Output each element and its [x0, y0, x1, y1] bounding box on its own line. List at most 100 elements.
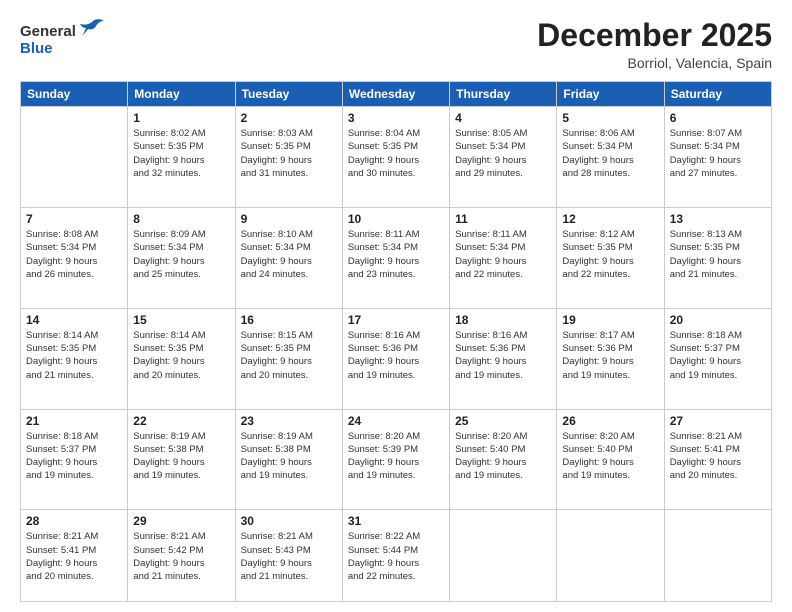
day-number: 25	[455, 414, 551, 428]
calendar-cell: 29 Sunrise: 8:21 AM Sunset: 5:42 PM Dayli…	[128, 510, 235, 602]
calendar-cell: 28 Sunrise: 8:21 AM Sunset: 5:41 PM Dayli…	[21, 510, 128, 602]
calendar-cell: 2Sunrise: 8:03 AM Sunset: 5:35 PM Daylig…	[235, 107, 342, 208]
col-sunday: Sunday	[21, 82, 128, 107]
calendar-header-row: Sunday Monday Tuesday Wednesday Thursday…	[21, 82, 772, 107]
week-row-4: 21Sunrise: 8:18 AM Sunset: 5:37 PM Dayli…	[21, 409, 772, 510]
day-info: Sunrise: 8:13 AM Sunset: 5:35 PM Dayligh…	[670, 228, 766, 281]
day-info: Sunrise: 8:07 AM Sunset: 5:34 PM Dayligh…	[670, 127, 766, 180]
col-monday: Monday	[128, 82, 235, 107]
day-number: 16	[241, 313, 337, 327]
day-info: Sunrise: 8:16 AM Sunset: 5:36 PM Dayligh…	[455, 329, 551, 382]
col-tuesday: Tuesday	[235, 82, 342, 107]
calendar-cell	[557, 510, 664, 602]
day-number: 5	[562, 111, 658, 125]
day-number: 28	[26, 514, 122, 528]
header: General Blue December 2025 Borriol, Vale…	[20, 18, 772, 71]
day-number: 27	[670, 414, 766, 428]
day-info: Sunrise: 8:10 AM Sunset: 5:34 PM Dayligh…	[241, 228, 337, 281]
col-friday: Friday	[557, 82, 664, 107]
week-row-5: 28 Sunrise: 8:21 AM Sunset: 5:41 PM Dayli…	[21, 510, 772, 602]
day-number: 18	[455, 313, 551, 327]
calendar-cell: 22Sunrise: 8:19 AM Sunset: 5:38 PM Dayli…	[128, 409, 235, 510]
day-info: Sunrise: 8:21 AM Sunset: 5:41 PM Dayligh…	[670, 430, 766, 483]
day-info: Sunrise: 8:21 AM Sunset: 5:42 PM Dayligh…	[133, 530, 229, 583]
location-subtitle: Borriol, Valencia, Spain	[537, 55, 772, 71]
day-info: Sunrise: 8:22 AM Sunset: 5:44 PM Dayligh…	[348, 530, 444, 583]
calendar-cell: 14 Sunrise: 8:14 AM Sunset: 5:35 PM Dayli…	[21, 308, 128, 409]
day-info: Sunrise: 8:18 AM Sunset: 5:37 PM Dayligh…	[670, 329, 766, 382]
calendar-cell: 4Sunrise: 8:05 AM Sunset: 5:34 PM Daylig…	[450, 107, 557, 208]
calendar-cell: 19 Sunrise: 8:17 AM Sunset: 5:36 PM Dayli…	[557, 308, 664, 409]
day-info: Sunrise: 8:17 AM Sunset: 5:36 PM Dayligh…	[562, 329, 658, 382]
day-info: Sunrise: 8:19 AM Sunset: 5:38 PM Dayligh…	[241, 430, 337, 483]
calendar-cell: 20 Sunrise: 8:18 AM Sunset: 5:37 PM Dayli…	[664, 308, 771, 409]
title-block: December 2025 Borriol, Valencia, Spain	[537, 18, 772, 71]
day-number: 13	[670, 212, 766, 226]
calendar-cell: 3Sunrise: 8:04 AM Sunset: 5:35 PM Daylig…	[342, 107, 449, 208]
calendar-cell: 13 Sunrise: 8:13 AM Sunset: 5:35 PM Dayli…	[664, 207, 771, 308]
day-info: Sunrise: 8:06 AM Sunset: 5:34 PM Dayligh…	[562, 127, 658, 180]
day-info: Sunrise: 8:20 AM Sunset: 5:40 PM Dayligh…	[455, 430, 551, 483]
logo: General Blue	[20, 18, 106, 57]
calendar-cell	[21, 107, 128, 208]
day-info: Sunrise: 8:11 AM Sunset: 5:34 PM Dayligh…	[348, 228, 444, 281]
calendar-cell: 26 Sunrise: 8:20 AM Sunset: 5:40 PM Dayli…	[557, 409, 664, 510]
day-info: Sunrise: 8:20 AM Sunset: 5:40 PM Dayligh…	[562, 430, 658, 483]
day-number: 1	[133, 111, 229, 125]
calendar-cell: 30 Sunrise: 8:21 AM Sunset: 5:43 PM Dayli…	[235, 510, 342, 602]
day-info: Sunrise: 8:21 AM Sunset: 5:43 PM Dayligh…	[241, 530, 337, 583]
day-info: Sunrise: 8:09 AM Sunset: 5:34 PM Dayligh…	[133, 228, 229, 281]
calendar-cell: 11Sunrise: 8:11 AM Sunset: 5:34 PM Dayli…	[450, 207, 557, 308]
day-number: 26	[562, 414, 658, 428]
day-info: Sunrise: 8:20 AM Sunset: 5:39 PM Dayligh…	[348, 430, 444, 483]
calendar-table: Sunday Monday Tuesday Wednesday Thursday…	[20, 81, 772, 602]
day-number: 3	[348, 111, 444, 125]
col-wednesday: Wednesday	[342, 82, 449, 107]
calendar-cell: 31 Sunrise: 8:22 AM Sunset: 5:44 PM Dayli…	[342, 510, 449, 602]
calendar-cell: 16 Sunrise: 8:15 AM Sunset: 5:35 PM Dayli…	[235, 308, 342, 409]
day-number: 7	[26, 212, 122, 226]
day-number: 19	[562, 313, 658, 327]
day-info: Sunrise: 8:14 AM Sunset: 5:35 PM Dayligh…	[133, 329, 229, 382]
day-info: Sunrise: 8:15 AM Sunset: 5:35 PM Dayligh…	[241, 329, 337, 382]
day-number: 14	[26, 313, 122, 327]
calendar-cell: 7 Sunrise: 8:08 AM Sunset: 5:34 PM Daylig…	[21, 207, 128, 308]
day-number: 17	[348, 313, 444, 327]
day-number: 24	[348, 414, 444, 428]
logo-general: General	[20, 23, 76, 40]
calendar-cell: 21Sunrise: 8:18 AM Sunset: 5:37 PM Dayli…	[21, 409, 128, 510]
day-info: Sunrise: 8:18 AM Sunset: 5:37 PM Dayligh…	[26, 430, 122, 483]
day-info: Sunrise: 8:14 AM Sunset: 5:35 PM Dayligh…	[26, 329, 122, 382]
calendar-cell: 6 Sunrise: 8:07 AM Sunset: 5:34 PM Daylig…	[664, 107, 771, 208]
calendar-cell: 18 Sunrise: 8:16 AM Sunset: 5:36 PM Dayli…	[450, 308, 557, 409]
day-number: 6	[670, 111, 766, 125]
logo-bird-icon	[78, 18, 106, 44]
day-number: 29	[133, 514, 229, 528]
calendar-cell: 12 Sunrise: 8:12 AM Sunset: 5:35 PM Dayli…	[557, 207, 664, 308]
month-year-title: December 2025	[537, 18, 772, 53]
day-info: Sunrise: 8:11 AM Sunset: 5:34 PM Dayligh…	[455, 228, 551, 281]
col-thursday: Thursday	[450, 82, 557, 107]
day-number: 8	[133, 212, 229, 226]
day-number: 9	[241, 212, 337, 226]
calendar-cell: 24 Sunrise: 8:20 AM Sunset: 5:39 PM Dayli…	[342, 409, 449, 510]
day-info: Sunrise: 8:12 AM Sunset: 5:35 PM Dayligh…	[562, 228, 658, 281]
day-number: 15	[133, 313, 229, 327]
day-number: 20	[670, 313, 766, 327]
day-info: Sunrise: 8:21 AM Sunset: 5:41 PM Dayligh…	[26, 530, 122, 583]
day-info: Sunrise: 8:08 AM Sunset: 5:34 PM Dayligh…	[26, 228, 122, 281]
day-info: Sunrise: 8:05 AM Sunset: 5:34 PM Dayligh…	[455, 127, 551, 180]
day-info: Sunrise: 8:02 AM Sunset: 5:35 PM Dayligh…	[133, 127, 229, 180]
day-number: 30	[241, 514, 337, 528]
calendar-cell: 1 Sunrise: 8:02 AM Sunset: 5:35 PM Daylig…	[128, 107, 235, 208]
calendar-cell: 15 Sunrise: 8:14 AM Sunset: 5:35 PM Dayli…	[128, 308, 235, 409]
day-number: 31	[348, 514, 444, 528]
calendar-cell: 27 Sunrise: 8:21 AM Sunset: 5:41 PM Dayli…	[664, 409, 771, 510]
col-saturday: Saturday	[664, 82, 771, 107]
calendar-cell: 10Sunrise: 8:11 AM Sunset: 5:34 PM Dayli…	[342, 207, 449, 308]
day-info: Sunrise: 8:16 AM Sunset: 5:36 PM Dayligh…	[348, 329, 444, 382]
day-number: 12	[562, 212, 658, 226]
logo-blue: Blue	[20, 40, 53, 57]
week-row-3: 14 Sunrise: 8:14 AM Sunset: 5:35 PM Dayli…	[21, 308, 772, 409]
calendar-cell: 17 Sunrise: 8:16 AM Sunset: 5:36 PM Dayli…	[342, 308, 449, 409]
